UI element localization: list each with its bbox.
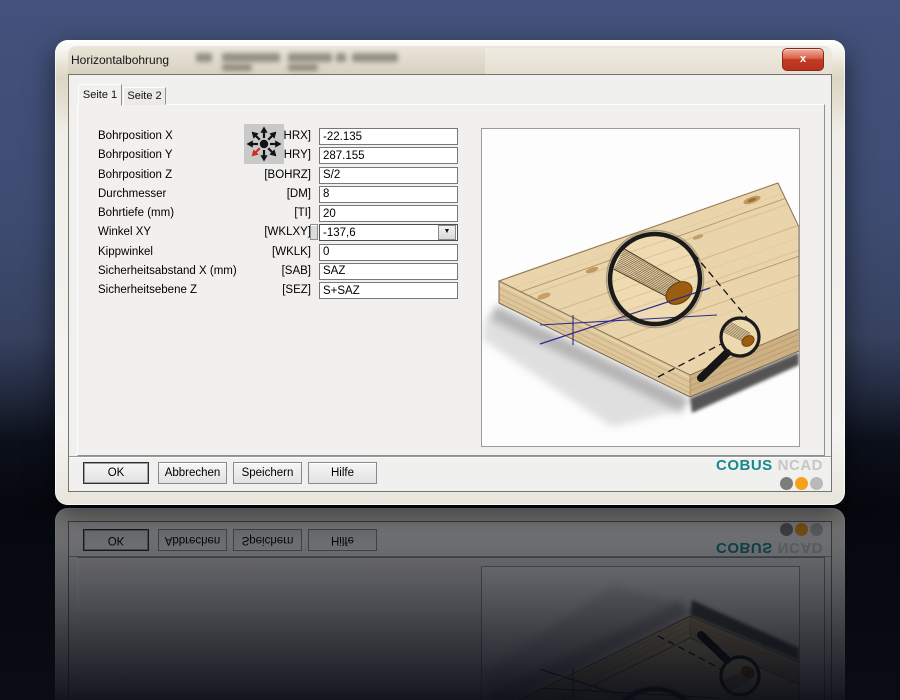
field-label-bohry: Bohrposition Y [98, 149, 173, 162]
dialog-titlebar[interactable]: Horizontalbohrung [68, 46, 832, 74]
field-label-sez: Sicherheitsebene Z [98, 284, 198, 296]
brand-primary: COBUS [715, 457, 773, 474]
combo-value-wklxy: -137,6 [323, 226, 356, 239]
hilfe-button[interactable]: Hilfe [308, 462, 377, 484]
blurred-background-text [288, 53, 332, 62]
field-code-dm: [DM] [286, 187, 311, 200]
field-label-dm: Durchmesser [98, 187, 167, 200]
dialog-title: Horizontalbohrung [71, 53, 170, 67]
blurred-background-text [288, 64, 318, 71]
form-row-sez: Sicherheitsebene Z [SEZ] [69, 282, 489, 300]
brand-dot-1 [795, 477, 808, 490]
tab-seite-1[interactable]: Seite 1 [78, 84, 122, 106]
blurred-background-text [196, 53, 212, 62]
ok-button[interactable]: OK [83, 462, 149, 484]
field-label-wklk: Kippwinkel [98, 245, 153, 258]
field-input-bohry[interactable] [319, 147, 458, 165]
field-code-sab: [SAB] [281, 264, 311, 277]
preview-panel [481, 128, 800, 447]
field-code-sez: [SEZ] [282, 284, 311, 296]
move-cursor-icon [244, 124, 284, 164]
close-icon[interactable]: x [782, 48, 824, 71]
field-code-wklk: [WKLK] [272, 245, 311, 258]
dialog-client-area: Seite 1 Seite 2 Bohrposition X[BOHRX]Boh… [68, 74, 832, 492]
field-code-bohrz: [BOHRZ] [264, 168, 311, 181]
form-row-ti: Bohrtiefe (mm) [TI] [69, 205, 489, 223]
field-input-bohrx[interactable] [319, 128, 458, 145]
speichern-button[interactable]: Speichern [233, 462, 302, 484]
titlebar-glass-highlight [485, 48, 832, 74]
form-row-dm: Durchmesser [DM] [69, 185, 489, 204]
field-input-ti[interactable] [319, 205, 458, 222]
abbrechen-button[interactable]: Abbrechen [158, 462, 227, 484]
field-input-sez[interactable] [319, 282, 458, 299]
brand-logo: COBUS NCAD [716, 457, 823, 490]
field-label-bohrz: Bohrposition Z [98, 168, 173, 181]
field-code-ti: [TI] [294, 207, 311, 219]
form-row-wklxy: Winkel XY [WKLXY] -137,6 ▼ [69, 224, 489, 242]
field-input-dm[interactable] [319, 185, 458, 203]
brand-dot-2 [810, 477, 823, 490]
brand-dots [716, 477, 823, 490]
form-row-bohrz: Bohrposition Z [BOHRZ] [69, 166, 489, 185]
field-combo-wklxy[interactable]: -137,6 ▼ [319, 224, 458, 242]
blurred-background-text [222, 53, 280, 62]
tab-seite-2[interactable]: Seite 2 [123, 87, 166, 105]
combo-side-notch[interactable] [310, 224, 318, 240]
blurred-background-text [352, 53, 398, 62]
blurred-background-text [336, 53, 346, 62]
brand-secondary: NCAD [777, 457, 823, 474]
field-label-ti: Bohrtiefe (mm) [98, 207, 175, 219]
field-code-wklxy: [WKLXY] [264, 226, 311, 239]
form-row-wklk: Kippwinkel [WKLK] [69, 243, 489, 262]
preview-illustration [482, 129, 800, 446]
blurred-background-text [222, 64, 252, 71]
horizontalbohrung-dialog: Horizontalbohrung x Seite 1 Seite 2 Bohr… [55, 40, 845, 505]
field-label-wklxy: Winkel XY [98, 226, 152, 239]
field-input-bohrz[interactable] [319, 166, 458, 184]
dropdown-arrow-icon[interactable]: ▼ [438, 225, 456, 241]
field-label-bohrx: Bohrposition X [98, 130, 173, 142]
field-input-wklk[interactable] [319, 243, 458, 261]
form-row-sab: Sicherheitsabstand X (mm) [SAB] [69, 262, 489, 281]
field-label-sab: Sicherheitsabstand X (mm) [98, 264, 237, 277]
brand-dot-0 [780, 477, 793, 490]
field-input-sab[interactable] [319, 262, 458, 280]
